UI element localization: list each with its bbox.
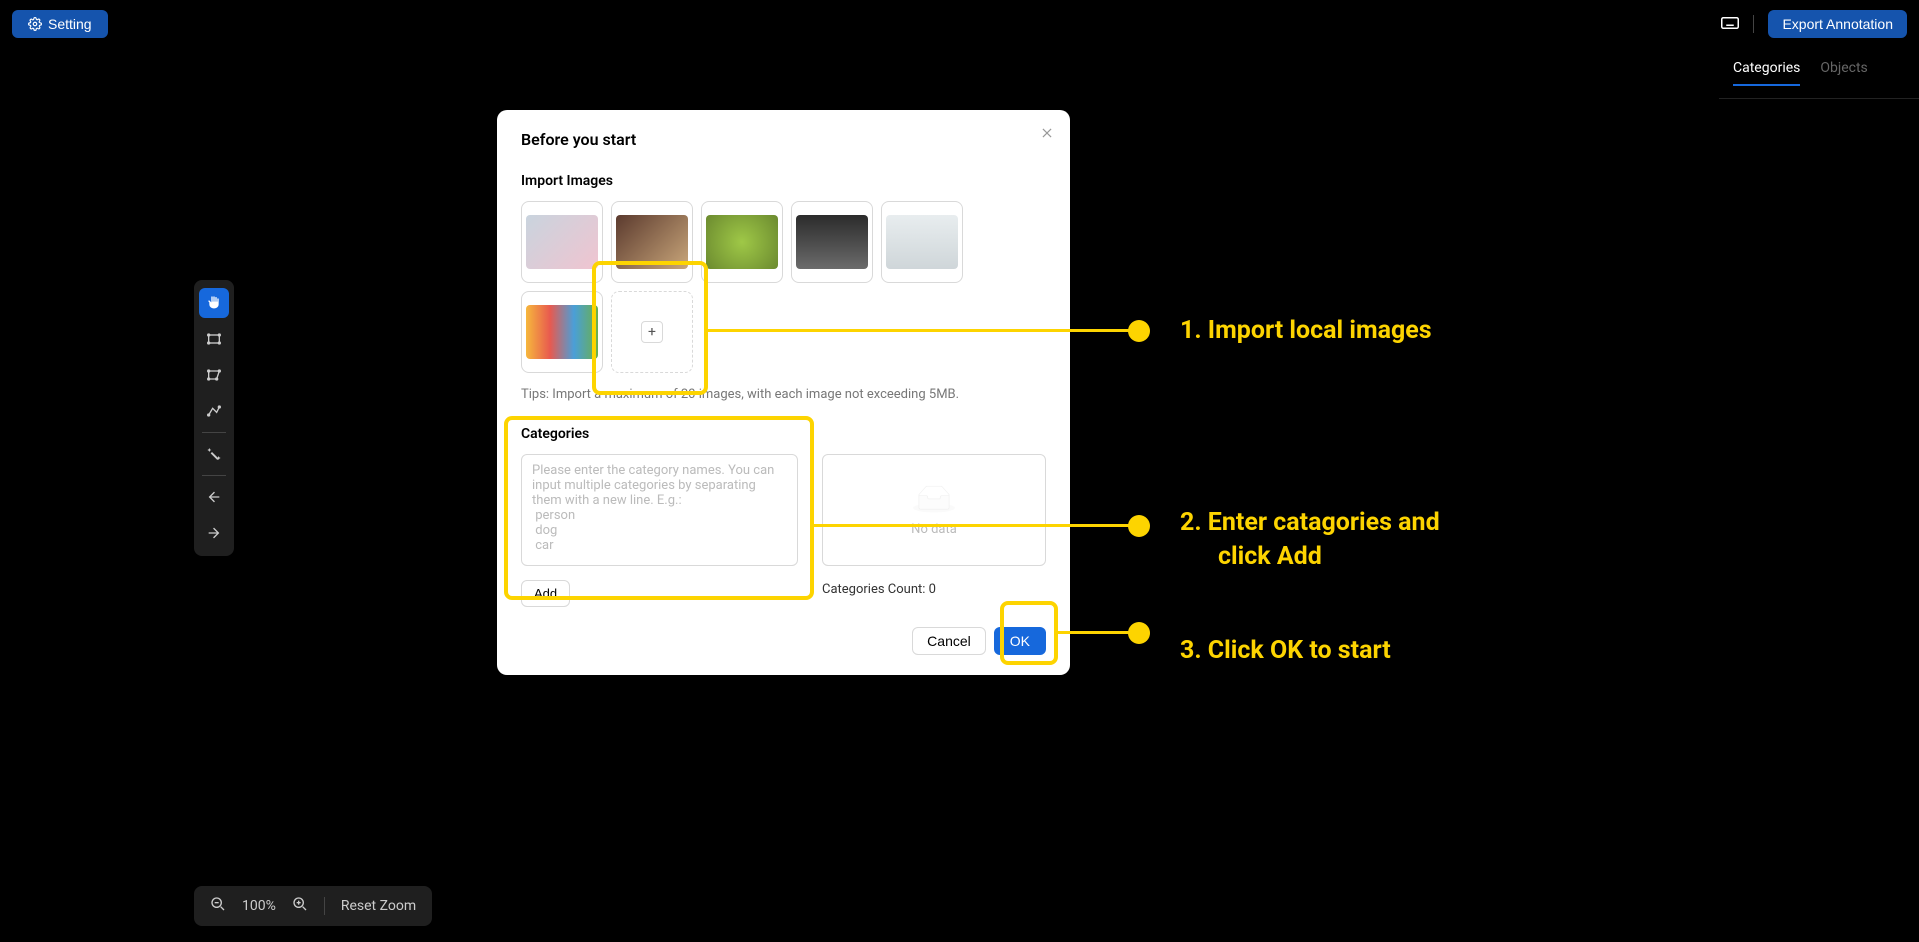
import-images-title: Import Images: [521, 173, 1046, 189]
cancel-button[interactable]: Cancel: [912, 627, 986, 655]
annotation-step2b: click Add: [1218, 542, 1322, 571]
categories-input-area: Add: [521, 454, 798, 607]
image-thumb[interactable]: [881, 201, 963, 283]
add-button[interactable]: Add: [521, 580, 570, 607]
zoom-in-icon[interactable]: [292, 896, 308, 916]
categories-list-empty: No data: [822, 454, 1046, 566]
modal-title: Before you start: [521, 130, 1046, 149]
reset-zoom-button[interactable]: Reset Zoom: [341, 898, 416, 914]
annotation-line: [708, 329, 1130, 332]
categories-title: Categories: [521, 426, 1046, 442]
right-panel: Categories Objects: [1719, 48, 1919, 942]
divider: [1753, 15, 1754, 33]
redo-icon[interactable]: [199, 518, 229, 548]
image-thumb[interactable]: [521, 291, 603, 373]
annotation-dot: [1128, 320, 1150, 342]
tab-categories[interactable]: Categories: [1733, 60, 1800, 86]
annotation-dot: [1128, 515, 1150, 537]
image-thumb[interactable]: [701, 201, 783, 283]
import-tips: Tips: Import a maximum of 20 images, wit…: [521, 387, 1046, 402]
undo-icon[interactable]: [199, 482, 229, 512]
empty-icon: [913, 484, 955, 514]
before-you-start-modal: Before you start Import Images + Tips: I…: [497, 110, 1070, 675]
annotation-line: [1058, 631, 1130, 634]
zoom-percent: 100%: [242, 898, 276, 914]
top-bar: Setting Export Annotation: [0, 0, 1919, 48]
polyline-tool-icon[interactable]: [199, 396, 229, 426]
annotation-dot: [1128, 622, 1150, 644]
zoom-bar: 100% Reset Zoom: [194, 886, 432, 926]
rectangle-tool-icon[interactable]: [199, 324, 229, 354]
polygon-tool-icon[interactable]: [199, 360, 229, 390]
upload-image-button[interactable]: +: [611, 291, 693, 373]
keyboard-icon[interactable]: [1721, 15, 1739, 34]
toolbar-divider: [202, 475, 226, 476]
image-thumb[interactable]: [611, 201, 693, 283]
categories-row: Add No data Categories Count: 0: [521, 454, 1046, 607]
setting-label: Setting: [48, 16, 92, 32]
divider: [324, 897, 325, 915]
modal-footer: Cancel OK: [521, 627, 1046, 655]
export-annotation-button[interactable]: Export Annotation: [1768, 10, 1907, 38]
tab-objects[interactable]: Objects: [1820, 60, 1867, 86]
top-right: Export Annotation: [1721, 10, 1907, 38]
left-toolbar: [194, 280, 234, 556]
magic-tool-icon[interactable]: [199, 439, 229, 469]
annotation-step2a: 2. Enter catagories and: [1180, 508, 1440, 537]
categories-textarea[interactable]: [521, 454, 798, 566]
categories-count: Categories Count: 0: [822, 582, 1046, 597]
annotation-line: [814, 524, 1130, 527]
image-thumb[interactable]: [791, 201, 873, 283]
plus-icon: +: [641, 321, 663, 343]
image-thumbnails: +: [521, 201, 1046, 373]
setting-button[interactable]: Setting: [12, 10, 108, 38]
right-tabs: Categories Objects: [1719, 48, 1919, 99]
gear-icon: [28, 17, 42, 31]
zoom-out-icon[interactable]: [210, 896, 226, 916]
hand-tool-icon[interactable]: [199, 288, 229, 318]
ok-button[interactable]: OK: [994, 627, 1046, 655]
toolbar-divider: [202, 432, 226, 433]
image-thumb[interactable]: [521, 201, 603, 283]
annotation-step3: 3. Click OK to start: [1180, 636, 1391, 665]
annotation-step1: 1. Import local images: [1180, 316, 1432, 345]
close-icon[interactable]: [1040, 124, 1054, 145]
